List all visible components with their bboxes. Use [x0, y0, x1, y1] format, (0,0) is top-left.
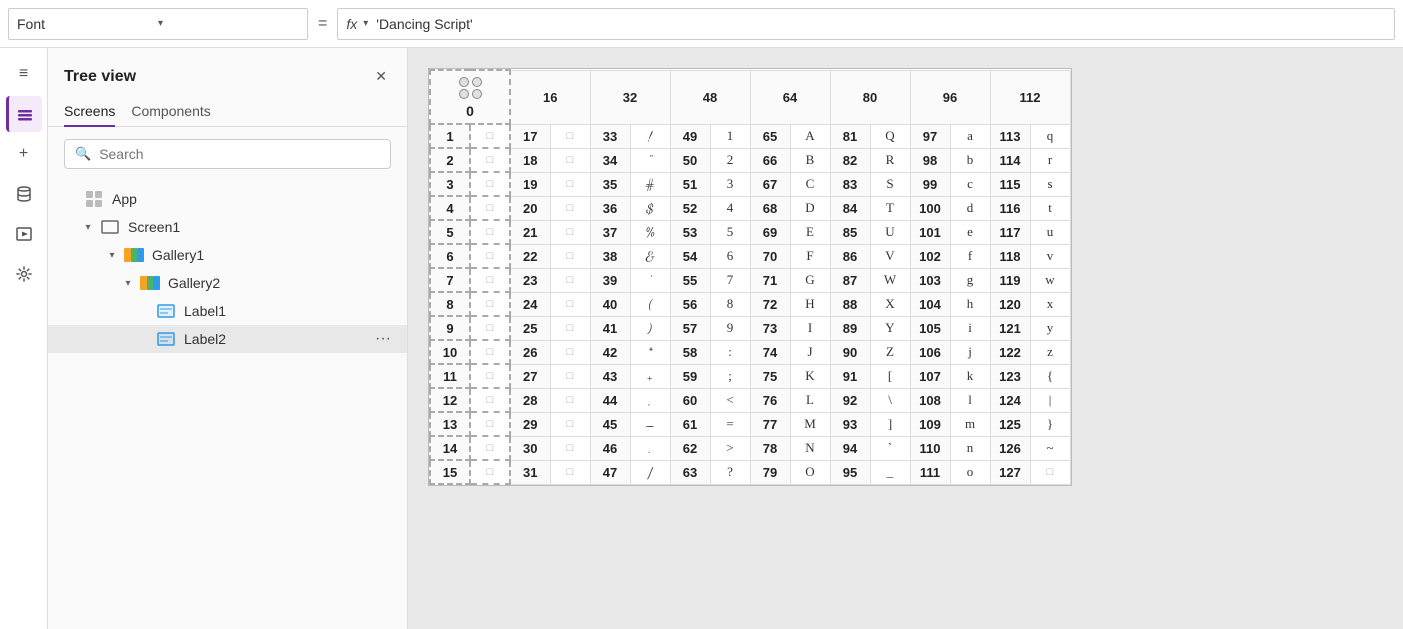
table-row: 8□24□40(56872H88X104h120x: [430, 292, 1070, 316]
media-icon[interactable]: [6, 216, 42, 252]
label2-icon: [156, 329, 176, 349]
tree-title: Tree view: [64, 68, 136, 86]
tab-screens[interactable]: Screens: [64, 97, 115, 127]
table-row: 12□28□44,60<76L92\108l124|: [430, 388, 1070, 412]
tab-components[interactable]: Components: [131, 97, 210, 127]
table-row: 6□22□38&54670F86V102f118v: [430, 244, 1070, 268]
app-icon: [84, 189, 104, 209]
main-content: 0 1632486480961121□17□33!49165A81Q97a113…: [408, 48, 1403, 629]
table-row: 7□23□39'55771G87W103g119w: [430, 268, 1070, 292]
tree-item-app[interactable]: App: [48, 185, 407, 213]
formula-value: 'Dancing Script': [376, 16, 472, 32]
label1-label: Label1: [184, 303, 391, 319]
tree-tabs: Screens Components: [48, 97, 407, 127]
settings-icon[interactable]: [6, 256, 42, 292]
main-layout: ≡ +: [0, 48, 1403, 629]
char-table-wrapper: 0 1632486480961121□17□33!49165A81Q97a113…: [428, 68, 1072, 486]
tree-item-label1[interactable]: Label1: [48, 297, 407, 325]
equals-symbol: =: [318, 15, 327, 33]
top-bar: Font ▾ = fx ▾ 'Dancing Script': [0, 0, 1403, 48]
label1-icon: [156, 301, 176, 321]
search-box[interactable]: 🔍: [64, 139, 391, 169]
tree-item-gallery2[interactable]: ▾ Gallery2: [48, 269, 407, 297]
char-table: 0 1632486480961121□17□33!49165A81Q97a113…: [429, 69, 1071, 485]
tree-item-screen1[interactable]: ▾ Screen1: [48, 213, 407, 241]
layers-icon[interactable]: [6, 96, 42, 132]
more-options-icon[interactable]: ···: [375, 330, 391, 348]
label2-label: Label2: [184, 331, 371, 347]
tree-item-gallery1[interactable]: ▾ Gallery1: [48, 241, 407, 269]
font-dropdown-label: Font: [17, 16, 158, 32]
search-icon: 🔍: [75, 146, 91, 162]
formula-bar[interactable]: fx ▾ 'Dancing Script': [337, 8, 1395, 40]
gallery1-label: Gallery1: [152, 247, 391, 263]
table-row: 10□26□42*58:74J90Z106j122z: [430, 340, 1070, 364]
expand-screen1-icon: ▾: [80, 222, 96, 233]
tree-close-button[interactable]: ✕: [371, 64, 391, 89]
gallery2-icon: [140, 273, 160, 293]
table-row: 13□29□45–61=77M93]109m125}: [430, 412, 1070, 436]
gallery2-label: Gallery2: [168, 275, 391, 291]
table-row: 11□27□43+59;75K91[107k123{: [430, 364, 1070, 388]
tree-item-label2[interactable]: Label2 ···: [48, 325, 407, 353]
table-row: 14□30□46.62>78N94`110n126~: [430, 436, 1070, 460]
table-row: 1□17□33!49165A81Q97a113q: [430, 124, 1070, 148]
search-input[interactable]: [99, 146, 380, 162]
table-row: 2□18□34"50266B82R98b114r: [430, 148, 1070, 172]
tree-content: App ▾ Screen1 ▾: [48, 181, 407, 629]
data-icon[interactable]: [6, 176, 42, 212]
table-row: 5□21□37%53569E85U101e117u: [430, 220, 1070, 244]
tree-panel: Tree view ✕ Screens Components 🔍: [48, 48, 408, 629]
table-row: 3□19□35#51367C83S99c115s: [430, 172, 1070, 196]
formula-fx-icon: fx: [346, 16, 357, 32]
expand-gallery2-icon: ▾: [120, 278, 136, 289]
screen1-label: Screen1: [128, 219, 391, 235]
gallery1-icon: [124, 245, 144, 265]
tree-header: Tree view ✕: [48, 48, 407, 97]
app-label: App: [112, 191, 391, 207]
expand-gallery1-icon: ▾: [104, 250, 120, 261]
font-dropdown[interactable]: Font ▾: [8, 8, 308, 40]
formula-chevron-icon: ▾: [363, 18, 368, 29]
sidebar-icons: ≡ +: [0, 48, 48, 629]
table-row: 15□31□47/63?79O95_111o127□: [430, 460, 1070, 484]
table-row: 4□20□36$52468D84T100d116t: [430, 196, 1070, 220]
font-dropdown-chevron: ▾: [158, 18, 299, 29]
table-row: 9□25□41)57973I89Y105i121y: [430, 316, 1070, 340]
add-icon[interactable]: +: [6, 136, 42, 172]
hamburger-menu-icon[interactable]: ≡: [6, 56, 42, 92]
screen-icon: [100, 217, 120, 237]
